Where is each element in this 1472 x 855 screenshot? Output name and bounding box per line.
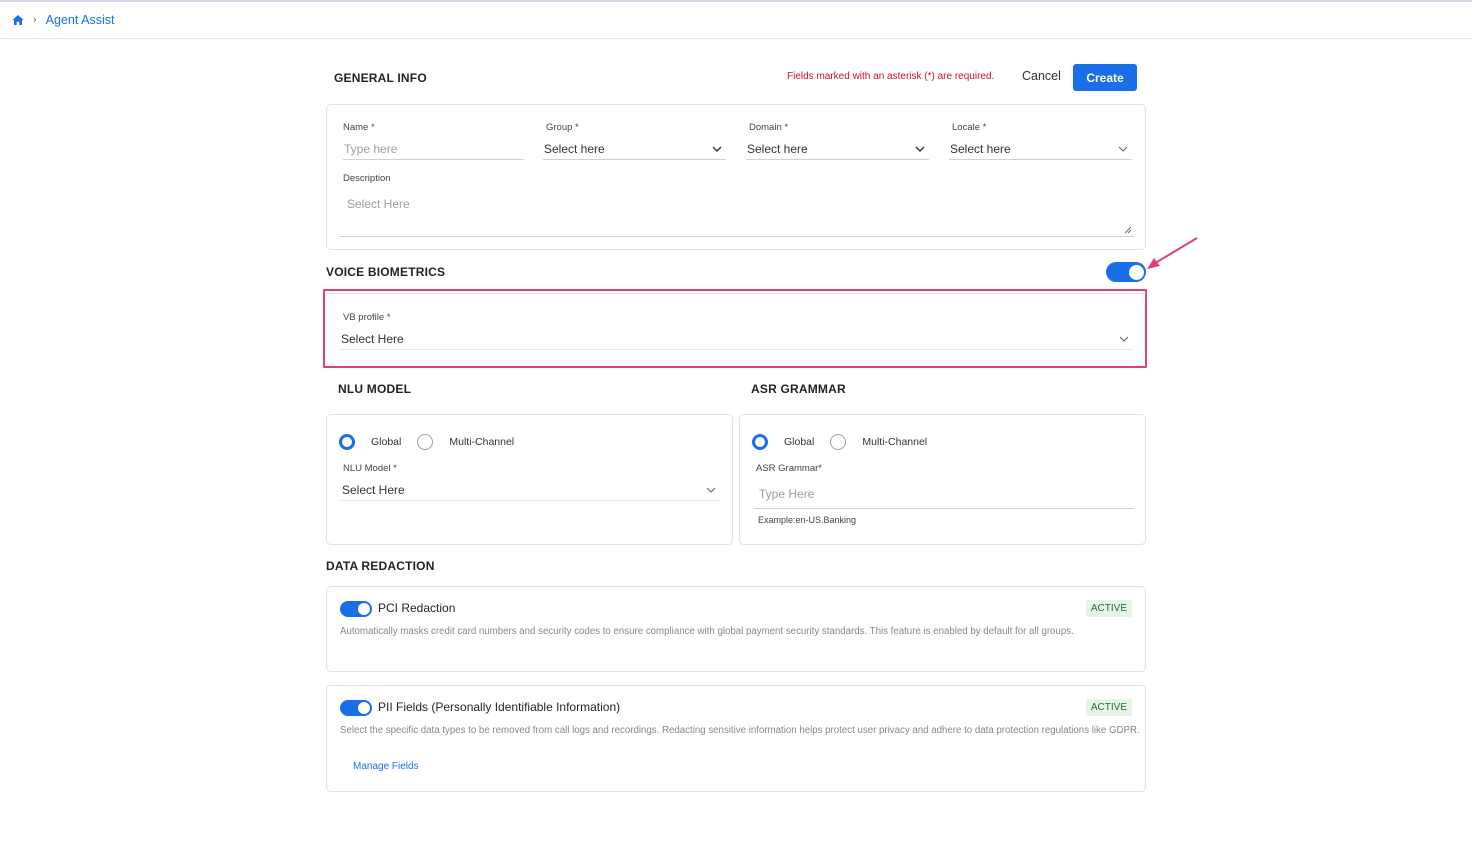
chevron-down-icon: [706, 487, 716, 493]
locale-value: Select here: [950, 141, 1011, 156]
group-select[interactable]: Select here: [543, 138, 726, 160]
vb-profile-value: Select Here: [341, 331, 404, 346]
nlu-model-select[interactable]: Select Here: [341, 479, 720, 501]
vb-profile-label: VB profile *: [343, 312, 391, 323]
voice-biometrics-toggle[interactable]: [1106, 262, 1146, 282]
asr-grammar-label: ASR Grammar*: [756, 463, 822, 474]
toggle-knob: [1128, 264, 1144, 280]
pii-status-badge: ACTIVE: [1085, 699, 1132, 716]
required-note: Fields marked with an asterisk (*) are r…: [787, 71, 995, 82]
pci-status-badge: ACTIVE: [1085, 600, 1132, 617]
domain-field: Domain * Select here: [746, 122, 929, 160]
chevron-down-icon: [1119, 336, 1129, 342]
group-field: Group * Select here: [543, 122, 726, 160]
data-redaction-title: DATA REDACTION: [326, 559, 435, 573]
group-value: Select here: [544, 141, 605, 156]
toggle-knob: [358, 603, 370, 615]
vb-profile-field: VB profile * Select Here: [338, 312, 1133, 350]
general-info-title: GENERAL INFO: [334, 71, 427, 85]
pii-fields-description: Select the specific data types to be rem…: [340, 725, 1140, 736]
vb-profile-select[interactable]: Select Here: [338, 328, 1133, 350]
asr-global-radio[interactable]: [752, 434, 768, 450]
description-label-wrap: Description: [343, 173, 391, 184]
chevron-down-icon: [915, 146, 925, 152]
name-label: Name *: [343, 122, 375, 133]
asr-multichannel-radio[interactable]: [830, 434, 847, 450]
name-input[interactable]: Type here: [343, 138, 524, 160]
pii-fields-card: PII Fields (Personally Identifiable Info…: [326, 685, 1146, 792]
locale-select[interactable]: Select here: [949, 138, 1132, 160]
chevron-down-icon: [1118, 146, 1128, 152]
chevron-down-icon: [712, 146, 722, 152]
breadcrumb: › Agent Assist: [0, 2, 1472, 39]
nlu-global-radio[interactable]: [339, 434, 355, 450]
pci-redaction-name: PCI Redaction: [378, 601, 456, 615]
asr-multichannel-label: Multi-Channel: [862, 436, 928, 448]
asr-grammar-input[interactable]: Type Here: [754, 479, 1134, 509]
description-textarea[interactable]: Select Here: [339, 190, 1134, 237]
asr-grammar-card: Global Multi-Channel ASR Grammar* Type H…: [739, 414, 1146, 545]
asr-grammar-field: ASR Grammar* Type Here: [754, 463, 1134, 509]
asr-scope-radios: Global Multi-Channel: [752, 434, 943, 450]
toggle-knob: [358, 702, 370, 714]
pii-fields-name: PII Fields (Personally Identifiable Info…: [378, 700, 621, 714]
nlu-multichannel-label: Multi-Channel: [449, 436, 515, 448]
pci-redaction-toggle[interactable]: [340, 601, 372, 617]
asr-grammar-placeholder: Type Here: [759, 486, 815, 501]
pii-fields-toggle[interactable]: [340, 700, 372, 716]
asr-global-label: Global: [784, 436, 815, 448]
general-header: GENERAL INFO Fields marked with an aster…: [334, 64, 1138, 92]
general-info-card: Name * Type here Group * Select here Dom…: [326, 104, 1146, 250]
nlu-model-card: Global Multi-Channel NLU Model * Select …: [326, 414, 733, 545]
nlu-model-title: NLU MODEL: [338, 382, 412, 396]
nlu-model-field: NLU Model * Select Here: [341, 463, 720, 501]
description-placeholder: Select Here: [347, 197, 410, 211]
breadcrumb-agent-assist[interactable]: Agent Assist: [46, 13, 115, 27]
home-icon[interactable]: [12, 14, 24, 26]
description-label: Description: [343, 173, 391, 184]
chevron-right-icon: ›: [33, 14, 37, 26]
group-label: Group *: [546, 122, 579, 133]
voice-biometrics-title: VOICE BIOMETRICS: [326, 265, 446, 279]
vb-card-top-border: [326, 293, 1146, 294]
nlu-scope-radios: Global Multi-Channel: [339, 434, 530, 450]
asr-grammar-title: ASR GRAMMAR: [751, 382, 846, 396]
domain-label: Domain *: [749, 122, 789, 133]
pci-redaction-description: Automatically masks credit card numbers …: [340, 626, 1074, 637]
nlu-model-label: NLU Model *: [343, 463, 397, 474]
name-field: Name * Type here: [343, 122, 524, 160]
locale-field: Locale * Select here: [949, 122, 1132, 160]
manage-fields-link[interactable]: Manage Fields: [353, 761, 419, 772]
create-button[interactable]: Create: [1073, 64, 1137, 91]
resize-handle-icon[interactable]: [1124, 226, 1132, 234]
cancel-button[interactable]: Cancel: [1022, 69, 1061, 83]
annotation-arrow-icon: [1147, 237, 1198, 269]
asr-grammar-hint: Example:en-US.Banking: [758, 515, 857, 525]
locale-label: Locale *: [952, 122, 987, 133]
pci-redaction-card: PCI Redaction ACTIVE Automatically masks…: [326, 586, 1146, 672]
domain-value: Select here: [747, 141, 808, 156]
nlu-model-value: Select Here: [342, 482, 405, 497]
nlu-multichannel-radio[interactable]: [417, 434, 434, 450]
domain-select[interactable]: Select here: [746, 138, 929, 160]
nlu-global-label: Global: [371, 436, 402, 448]
name-placeholder: Type here: [344, 141, 398, 156]
